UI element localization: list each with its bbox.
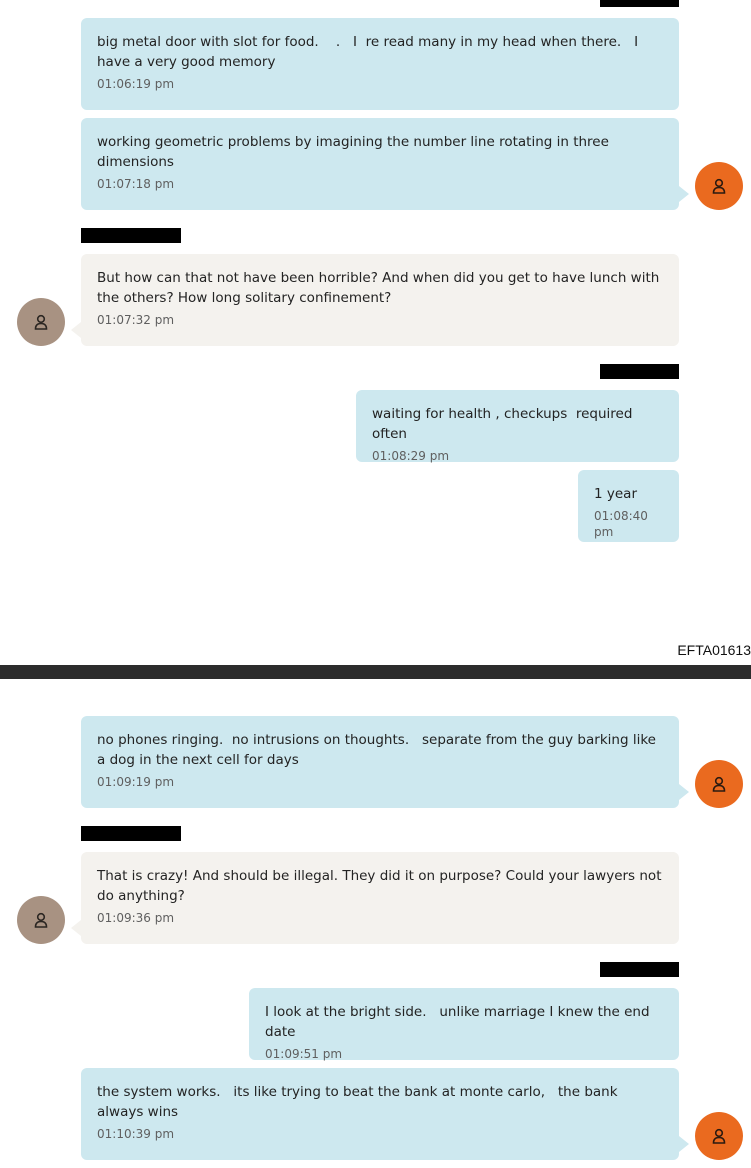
sender-avatar xyxy=(695,162,743,210)
bubble-tail xyxy=(679,784,689,800)
message-timestamp: 01:07:18 pm xyxy=(97,177,175,191)
page-id-label: EFTA01613 xyxy=(677,642,751,658)
message-bubble-outgoing: waiting for health , checkups required o… xyxy=(356,390,679,463)
user-icon xyxy=(34,314,48,330)
message-text: working geometric problems by imagining … xyxy=(97,134,614,170)
message-bubble-outgoing: I look at the bright side. unlike marria… xyxy=(249,988,679,1061)
redaction-bar xyxy=(600,0,679,7)
message-text: no phones ringing. no intrusions on thou… xyxy=(97,732,661,768)
user-icon xyxy=(34,912,48,928)
message-text: 1 year xyxy=(594,486,637,502)
message-timestamp: 01:10:39 pm xyxy=(97,1127,175,1141)
bubble-tail xyxy=(679,186,689,202)
sender-avatar xyxy=(695,1112,743,1160)
bubble-tail xyxy=(71,322,81,338)
bubble-tail xyxy=(679,1136,689,1152)
message-text: But how can that not have been horrible?… xyxy=(97,270,664,306)
message-bubble-outgoing: working geometric problems by imagining … xyxy=(81,118,679,210)
contact-avatar xyxy=(17,298,65,346)
message-bubble-outgoing: no phones ringing. no intrusions on thou… xyxy=(81,716,679,808)
message-text: waiting for health , checkups required o… xyxy=(372,406,641,442)
user-icon xyxy=(712,776,726,792)
user-icon xyxy=(712,1128,726,1144)
message-bubble-outgoing: big metal door with slot for food. . I r… xyxy=(81,18,679,110)
message-text: That is crazy! And should be illegal. Th… xyxy=(97,868,666,904)
contact-avatar xyxy=(17,896,65,944)
message-timestamp: 01:07:32 pm xyxy=(97,313,175,327)
message-bubble-incoming: But how can that not have been horrible?… xyxy=(81,254,679,346)
message-bubble-outgoing: 1 year 01:08:40 pm xyxy=(578,470,679,542)
user-icon xyxy=(712,178,726,194)
message-bubble-outgoing: the system works. its like trying to bea… xyxy=(81,1068,679,1160)
message-bubble-incoming: That is crazy! And should be illegal. Th… xyxy=(81,852,679,944)
message-timestamp: 01:09:19 pm xyxy=(97,775,175,789)
message-timestamp: 01:09:36 pm xyxy=(97,911,175,925)
message-timestamp: 01:08:40 pm xyxy=(594,509,648,539)
redaction-bar xyxy=(81,826,181,841)
bubble-tail xyxy=(71,920,81,936)
sender-avatar xyxy=(695,760,743,808)
message-timestamp: 01:09:51 pm xyxy=(265,1047,343,1061)
message-timestamp: 01:06:19 pm xyxy=(97,77,175,91)
redaction-bar xyxy=(600,962,679,977)
message-text: the system works. its like trying to bea… xyxy=(97,1084,622,1120)
redaction-bar xyxy=(600,364,679,379)
message-text: big metal door with slot for food. . I r… xyxy=(97,34,643,70)
redaction-bar xyxy=(81,228,181,243)
message-text: I look at the bright side. unlike marria… xyxy=(265,1004,654,1040)
message-timestamp: 01:08:29 pm xyxy=(372,449,450,463)
page-divider xyxy=(0,665,751,679)
